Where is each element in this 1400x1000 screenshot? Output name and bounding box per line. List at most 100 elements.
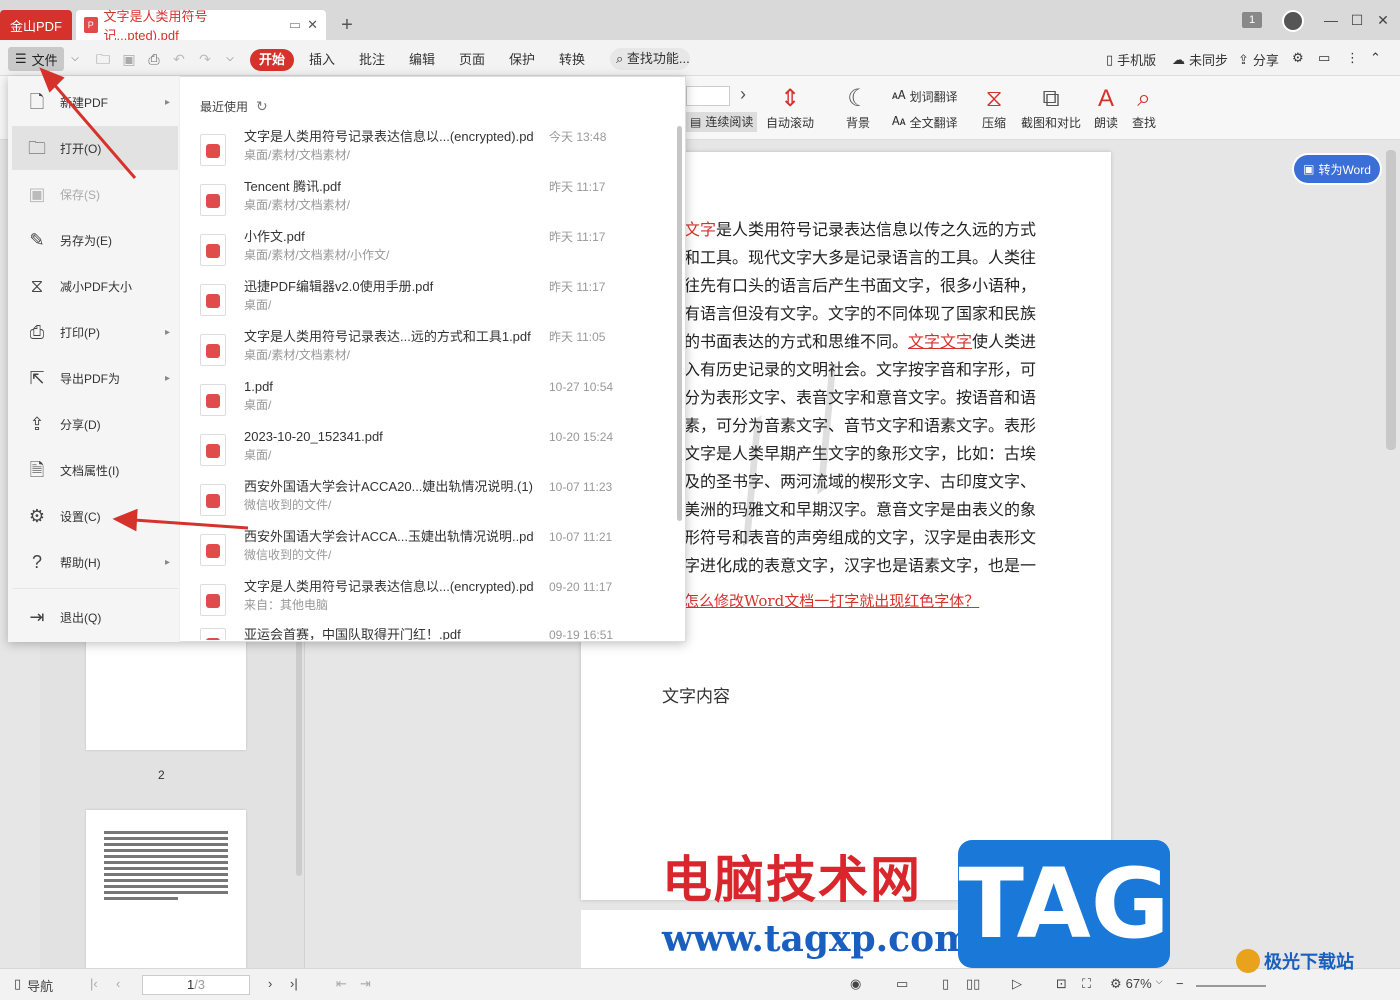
vertical-scrollbar[interactable] <box>1386 150 1396 450</box>
tab-convert[interactable]: 转换 <box>559 49 585 71</box>
recent-file-item[interactable]: 2023-10-20_152341.pdf 桌面/ 10-20 15:24 <box>200 428 670 478</box>
recent-file-item[interactable]: 西安外国语大学会计ACCA...玉婕出轨情况说明..pdf 微信收到的文件/ 10… <box>200 528 670 578</box>
print-icon[interactable]: ⎙ <box>145 50 163 68</box>
menu-item-properties[interactable]: 🗎 文档属性(I) <box>12 450 178 490</box>
menu-item-settings[interactable]: ⚙ 设置(C) <box>12 496 178 536</box>
recent-file-item[interactable]: 亚运会首赛，中国队取得开门红！.pdf 09-19 16:51 <box>200 628 670 640</box>
menu-item-save[interactable]: ▣ 保存(S) <box>12 174 178 214</box>
full-translate-button[interactable]: 🗛 全文翻译 <box>892 114 958 131</box>
file-menu-button[interactable]: ☰ 文件 <box>8 47 64 71</box>
auto-scroll-button[interactable]: ⇕ 自动滚动 <box>766 84 814 131</box>
collapse-icon[interactable]: ⌃ <box>1370 50 1381 66</box>
document-link[interactable]: 怎么修改Word文档一打字就出现红色字体？ <box>684 590 979 611</box>
recent-files-scrollbar[interactable] <box>677 126 682 521</box>
close-window-icon[interactable]: ✕ <box>1372 10 1394 32</box>
actual-size-icon[interactable]: ⊡ <box>1056 976 1067 992</box>
menu-item-open[interactable]: 🗀 打开(O) <box>12 126 178 170</box>
tab-annotate[interactable]: 批注 <box>359 49 385 71</box>
find-button[interactable]: ⌕ 查找 <box>1132 84 1156 131</box>
play-icon[interactable]: ▷ <box>1012 976 1022 992</box>
recent-file-item[interactable]: Tencent 腾讯.pdf 桌面/素材/文档素材/ 昨天 11:17 <box>200 178 670 228</box>
open-folder-icon[interactable]: 🗀 <box>94 50 112 68</box>
sync-status-button[interactable]: ☁ 未同步 <box>1172 50 1228 69</box>
more-icon[interactable]: ⌵ <box>221 50 239 68</box>
menu-item-save-as[interactable]: ✎ 另存为(E) <box>12 220 178 260</box>
first-page-icon[interactable]: |‹ <box>90 976 98 991</box>
page-thumbnail-1[interactable] <box>86 640 246 750</box>
folder-icon: 🗀 <box>28 138 46 158</box>
menu-item-new-pdf[interactable]: 🗋 新建PDF ▸ <box>12 82 178 122</box>
navigation-button[interactable]: ▯ 导航 <box>14 976 53 995</box>
new-tab-button[interactable]: + <box>336 14 358 36</box>
undo-icon[interactable]: ↶ <box>170 50 188 68</box>
menu-item-help[interactable]: ? 帮助(H) ▸ <box>12 542 178 582</box>
minimize-icon[interactable]: — <box>1320 10 1342 32</box>
single-page-icon[interactable]: ▭ <box>896 976 908 992</box>
continuous-page-icon[interactable]: ▯ <box>942 976 949 992</box>
page-jump-input[interactable] <box>686 86 730 106</box>
message-icon[interactable]: ▭ <box>1318 50 1330 66</box>
next-page-icon[interactable]: › <box>268 976 272 991</box>
read-aloud-button[interactable]: A 朗读 <box>1094 84 1118 131</box>
screenshot-compare-button[interactable]: ⧉ 截图和对比 <box>1021 84 1081 131</box>
tab-start[interactable]: 开始 <box>250 49 294 71</box>
menu-item-reduce-size[interactable]: ⧖ 减小PDF大小 <box>12 266 178 306</box>
word-translate-button[interactable]: 🗚 划词翻译 <box>892 88 958 105</box>
tab-edit[interactable]: 编辑 <box>409 49 435 71</box>
recent-file-item[interactable]: 1.pdf 桌面/ 10-27 10:54 <box>200 378 670 428</box>
settings-gear-icon[interactable]: ⚙ <box>1292 50 1304 66</box>
menu-item-exit[interactable]: ⇥ 退出(Q) <box>12 597 178 637</box>
properties-icon: 🗎 <box>29 460 45 480</box>
tab-insert[interactable]: 插入 <box>309 49 335 71</box>
page-thumbnail-2[interactable] <box>86 810 246 970</box>
last-page-icon[interactable]: ›| <box>290 976 298 991</box>
share-icon: ⇪ <box>1238 51 1249 67</box>
recent-file-item[interactable]: 文字是人类用符号记录表达信息以...(encrypted).pdf 桌面/素材/文… <box>200 128 670 178</box>
close-tab-icon[interactable]: ✕ <box>307 17 318 33</box>
recent-file-item[interactable]: 西安外国语大学会计ACCA20...婕出轨情况说明.(1).pdf 微信收到的文件… <box>200 478 670 528</box>
document-tab-title: 文字是人类用符号记...pted).pdf <box>103 9 208 43</box>
menu-separator <box>12 588 178 589</box>
document-tab[interactable]: P 文字是人类用符号记...pted).pdf ▭ ✕ <box>76 9 326 43</box>
book-view-icon[interactable]: ▯▯ <box>966 976 980 992</box>
recent-files-header: 最近使用 ↻ <box>200 98 268 115</box>
pdf-file-icon <box>200 434 226 466</box>
redo-icon[interactable]: ↷ <box>196 50 214 68</box>
refresh-icon[interactable]: ↻ <box>256 98 268 115</box>
save-icon[interactable]: ▣ <box>120 50 138 68</box>
background-button[interactable]: ☾ 背景 <box>846 84 870 131</box>
more-menu-icon[interactable]: ⋮ <box>1346 50 1359 66</box>
back-icon[interactable]: ⇤ <box>336 976 347 992</box>
next-page-icon[interactable]: › <box>740 84 746 105</box>
recent-file-item[interactable]: 迅捷PDF编辑器v2.0使用手册.pdf 桌面/ 昨天 11:17 <box>200 278 670 328</box>
avatar[interactable] <box>1282 10 1304 32</box>
menu-item-export[interactable]: ⇱ 导出PDF为 ▸ <box>12 358 178 398</box>
tab-page[interactable]: 页面 <box>459 49 485 71</box>
share-button[interactable]: ⇪ 分享 <box>1238 50 1279 69</box>
recent-file-item[interactable]: 文字是人类用符号记录表达...远的方式和工具1.pdf 桌面/素材/文档素材/ 昨… <box>200 328 670 378</box>
maximize-icon[interactable]: ☐ <box>1346 10 1368 32</box>
hamburger-icon: ☰ <box>15 51 27 66</box>
fit-page-icon[interactable]: ⛶ <box>1082 976 1091 992</box>
chevron-down-icon[interactable]: ⌵ <box>66 50 84 68</box>
zoom-slider[interactable] <box>1196 985 1266 987</box>
zoom-select[interactable]: ⚙ 67% ⌵ <box>1110 976 1163 992</box>
new-pdf-icon: 🗋 <box>29 92 45 112</box>
eye-icon[interactable]: ◉ <box>850 976 861 992</box>
search-function-input[interactable]: ⌕ 查找功能... <box>610 48 690 70</box>
tab-protect[interactable]: 保护 <box>509 49 535 71</box>
recent-file-item[interactable]: 小作文.pdf 桌面/素材/文档素材/小作文/ 昨天 11:17 <box>200 228 670 278</box>
page-number-input[interactable]: 1/3 <box>142 975 250 995</box>
mobile-version-button[interactable]: ▯ 手机版 <box>1106 50 1156 69</box>
recent-file-item[interactable]: 文字是人类用符号记录表达信息以...(encrypted).pdf 来自：其他电脑… <box>200 578 670 628</box>
thumbnail-scrollbar[interactable] <box>296 640 302 876</box>
prev-page-icon[interactable]: ‹ <box>116 976 120 991</box>
app-tab[interactable]: 金山PDF <box>0 10 72 40</box>
convert-to-word-button[interactable]: ▣ 转为Word <box>1294 155 1380 183</box>
menu-item-share[interactable]: ⇪ 分享(D) <box>12 404 178 444</box>
continuous-read-button[interactable]: ▤ 连续阅读 <box>686 112 758 132</box>
compress-button[interactable]: ⧖ 压缩 <box>982 84 1006 131</box>
zoom-out-icon[interactable]: − <box>1176 976 1184 991</box>
menu-item-print[interactable]: ⎙ 打印(P) ▸ <box>12 312 178 352</box>
forward-icon[interactable]: ⇥ <box>360 976 371 992</box>
